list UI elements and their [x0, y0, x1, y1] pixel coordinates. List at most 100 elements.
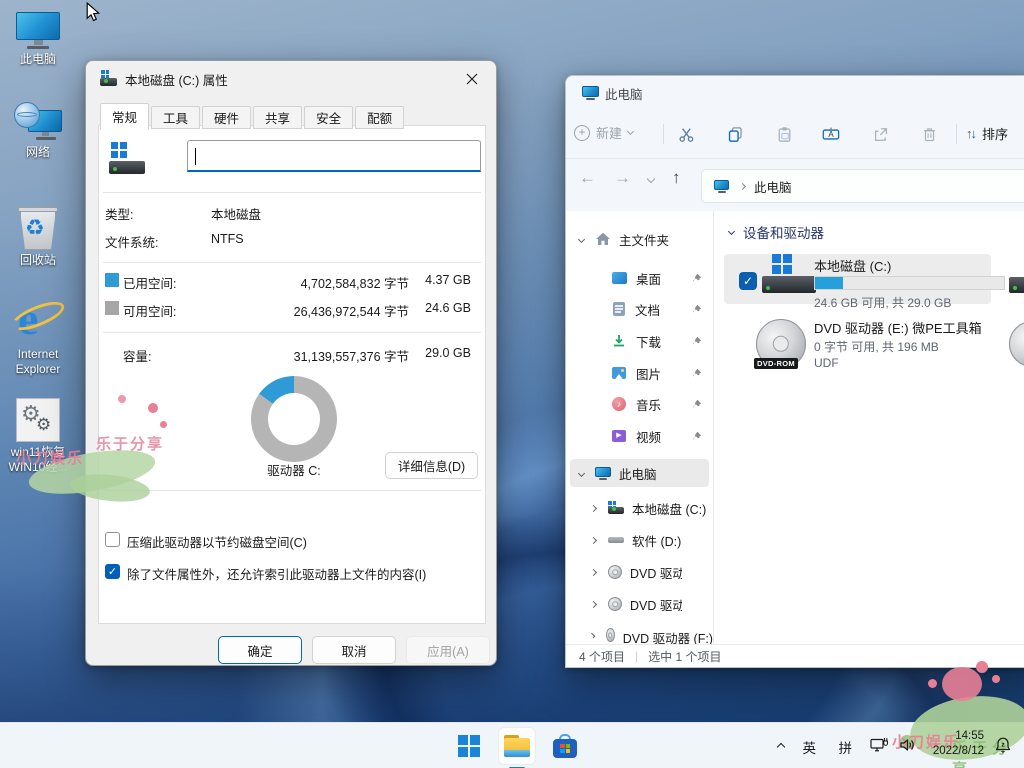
paste-icon: [776, 126, 793, 143]
volume-icon[interactable]: [899, 737, 916, 756]
network-icon[interactable]: [870, 737, 888, 756]
pictures-icon: [612, 367, 626, 379]
drive-c-info: 24.6 GB 可用, 共 29.0 GB: [814, 294, 951, 311]
dvd-e-name[interactable]: DVD 驱动器 (E:) 微PE工具箱: [814, 318, 982, 337]
used-space-bytes: 4,702,584,832 字节: [209, 273, 409, 292]
section-devices-and-drives[interactable]: 设备和驱动器: [729, 222, 824, 242]
start-button[interactable]: [450, 727, 488, 765]
microsoft-store-icon: [553, 734, 577, 758]
status-separator: |: [635, 649, 638, 663]
tab-security[interactable]: 安全: [304, 106, 353, 129]
divider: [103, 262, 481, 263]
divider: [103, 490, 481, 491]
taskbar-center-icons: [450, 723, 584, 768]
sidebar-item-dvd-f[interactable]: DVD 驱动器 (F:): [566, 589, 713, 619]
divider: [103, 332, 481, 333]
rename-button[interactable]: A: [821, 124, 841, 144]
dvd-rom-badge: DVD-ROM: [754, 358, 798, 369]
sidebar-item-drive-d[interactable]: 软件 (D:): [566, 525, 713, 555]
sidebar-item-dvd-partial[interactable]: DVD 驱动器 (F:): [566, 625, 713, 646]
share-icon: [872, 126, 889, 143]
this-pc-mini-icon: [595, 467, 611, 480]
pin-icon: [692, 399, 702, 409]
scissors-icon: [678, 126, 695, 143]
taskbar-file-explorer-button[interactable]: [498, 727, 536, 765]
sidebar-item-pictures[interactable]: 图片: [566, 358, 713, 388]
sidebar-item-documents[interactable]: 文档: [566, 294, 713, 324]
volume-label-input[interactable]: [187, 140, 481, 172]
capacity-label: 容量:: [123, 346, 151, 365]
taskbar-clock[interactable]: 14:55 2022/8/12: [933, 729, 984, 759]
share-button[interactable]: [870, 124, 890, 144]
cut-button[interactable]: [676, 124, 696, 144]
chevron-right-icon: [590, 600, 597, 607]
paste-button[interactable]: [774, 124, 794, 144]
ime-language-secondary[interactable]: 拼: [839, 737, 853, 757]
apply-button[interactable]: 应用(A): [406, 636, 490, 664]
dvd-mini-icon: [608, 597, 622, 611]
plus-circle-icon: +: [574, 125, 590, 141]
desktop-icon-this-pc[interactable]: 此电脑: [0, 12, 76, 67]
status-item-count: 4 个项目: [579, 648, 625, 665]
free-space-size: 24.6 GB: [411, 301, 471, 315]
new-button[interactable]: + 新建: [574, 123, 633, 142]
explorer-status-bar: 4 个项目 | 选中 1 个项目: [566, 644, 1024, 667]
ime-language-primary[interactable]: 英: [803, 737, 817, 757]
tab-hardware[interactable]: 硬件: [202, 106, 251, 129]
taskbar-store-button[interactable]: [546, 727, 584, 765]
tab-general[interactable]: 常规: [100, 103, 149, 130]
index-checkbox[interactable]: ✓: [105, 564, 120, 579]
drive-c-checkbox[interactable]: ✓: [739, 272, 757, 290]
ok-button[interactable]: 确定: [218, 636, 302, 664]
copy-button[interactable]: [725, 124, 745, 144]
filesystem-value: NTFS: [211, 232, 244, 246]
desktop-icon-win11-restore[interactable]: ⚙ ⚙ win11恢复 WIN10经...: [0, 398, 76, 475]
sidebar-item-drive-c[interactable]: 本地磁盘 (C:): [566, 493, 713, 523]
status-selected-count: 选中 1 个项目: [648, 648, 721, 665]
breadcrumb-this-pc[interactable]: 此电脑: [754, 177, 792, 196]
sidebar-item-videos[interactable]: ▶ 视频: [566, 421, 713, 451]
tab-quota[interactable]: 配额: [355, 106, 404, 129]
sidebar-item-music[interactable]: ♪ 音乐: [566, 389, 713, 419]
up-button[interactable]: ↑: [672, 168, 681, 188]
cancel-button[interactable]: 取消: [312, 636, 396, 664]
videos-icon: ▶: [612, 430, 626, 442]
sort-button[interactable]: ↑↓ 排序: [966, 124, 1008, 143]
divider: [103, 192, 481, 193]
trash-icon: [921, 126, 938, 143]
delete-button[interactable]: [919, 124, 939, 144]
sidebar-item-downloads[interactable]: 下载: [566, 326, 713, 356]
compress-checkbox[interactable]: [105, 532, 120, 547]
close-button[interactable]: [450, 63, 494, 95]
dvd-e-item-icon[interactable]: DVD-ROM: [756, 319, 808, 371]
chevron-right-icon: [590, 504, 597, 511]
dvd-e-filesystem: UDF: [814, 356, 839, 370]
sidebar-item-desktop[interactable]: 桌面: [566, 263, 713, 293]
desktop-icon-internet-explorer[interactable]: e Internet Explorer: [0, 294, 76, 377]
drive-c-icon: [762, 254, 816, 299]
copy-icon: [727, 126, 744, 143]
index-checkbox-label[interactable]: 除了文件属性外，还允许索引此驱动器上文件的内容(I): [127, 564, 426, 583]
dialog-tabstrip: 常规 工具 硬件 共享 安全 配额: [100, 103, 406, 129]
notification-bell-icon[interactable]: z: [994, 736, 1012, 757]
sidebar-item-home[interactable]: 主文件夹: [566, 224, 713, 254]
used-space-legend-swatch: [105, 273, 119, 287]
back-button[interactable]: ←: [579, 168, 596, 188]
sort-arrows-icon: ↑↓: [966, 126, 975, 141]
address-bar[interactable]: 此电脑: [701, 169, 1024, 203]
compress-checkbox-label[interactable]: 压缩此驱动器以节约磁盘空间(C): [127, 532, 307, 551]
forward-button[interactable]: →: [614, 168, 631, 188]
sidebar-item-dvd-e[interactable]: DVD 驱动器 (E:): [566, 557, 713, 587]
explorer-tab-icon: [582, 86, 599, 100]
tab-tools[interactable]: 工具: [151, 106, 200, 129]
sidebar-item-this-pc[interactable]: 此电脑: [566, 458, 713, 488]
general-tab-page: 类型: 本地磁盘 文件系统: NTFS 已用空间: 4,702,584,832 …: [98, 125, 486, 624]
dialog-titlebar[interactable]: 本地磁盘 (C:) 属性: [86, 61, 496, 97]
sidebar-divider: [713, 211, 714, 644]
desktop-icon-recycle-bin[interactable]: ♻ 回收站: [0, 206, 76, 268]
tab-sharing[interactable]: 共享: [253, 106, 302, 129]
pin-icon: [692, 368, 702, 378]
details-button[interactable]: 详细信息(D): [385, 452, 478, 479]
explorer-tab-title[interactable]: 此电脑: [605, 84, 643, 103]
desktop-icon-network[interactable]: 网络: [0, 102, 76, 160]
